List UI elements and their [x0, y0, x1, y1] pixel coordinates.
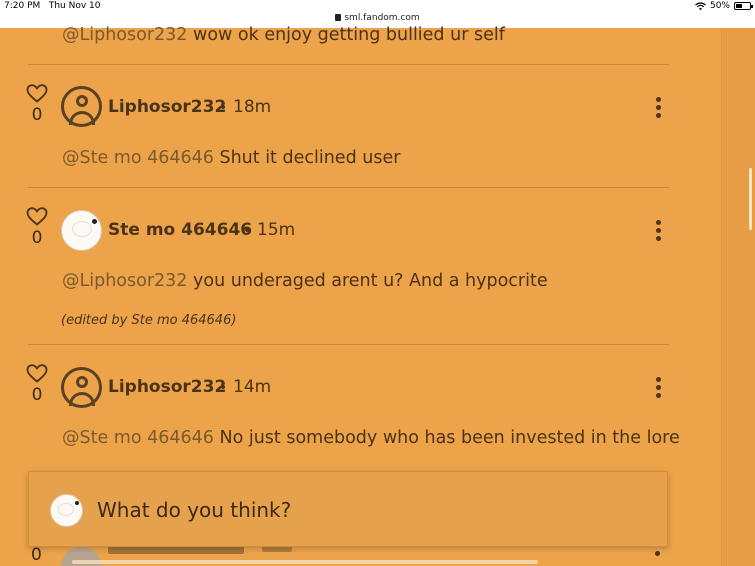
- right-rail: [721, 28, 755, 566]
- heart-icon[interactable]: [26, 84, 48, 103]
- status-bar: 7:20 PM Thu Nov 10 50%: [0, 0, 755, 13]
- like-count: 0: [31, 105, 43, 125]
- lock-icon: [335, 14, 342, 21]
- heart-icon[interactable]: [26, 364, 48, 383]
- like-count: 0: [31, 228, 43, 248]
- wifi-icon: [695, 2, 706, 10]
- like-count: 0: [31, 545, 42, 565]
- comment-body: @Ste mo 464646 Shut it declined user: [62, 148, 401, 168]
- avatar[interactable]: [61, 86, 102, 127]
- comment-time: 15m: [257, 220, 296, 240]
- comment-author-obscured: [108, 546, 244, 554]
- comment-time: 18m: [233, 97, 272, 117]
- scrollbar[interactable]: [749, 168, 752, 230]
- divider: [28, 187, 669, 188]
- more-options-icon[interactable]: [653, 220, 663, 242]
- separator-dot: •: [243, 223, 252, 239]
- comment-body: @Liphosor232 you underaged arent u? And …: [62, 271, 548, 291]
- more-options-icon[interactable]: [653, 377, 663, 399]
- comment-author[interactable]: Liphosor232: [108, 97, 226, 117]
- status-time: 7:20 PM Thu Nov 10: [4, 1, 101, 11]
- battery-percent: 50%: [709, 1, 730, 11]
- like-count: 0: [31, 385, 43, 405]
- more-options-icon[interactable]: [653, 97, 663, 119]
- separator-dot: •: [219, 100, 228, 116]
- composer-placeholder[interactable]: What do you think?: [97, 498, 291, 522]
- like-control[interactable]: 0: [26, 364, 48, 405]
- more-options-icon[interactable]: [655, 551, 660, 556]
- divider: [28, 64, 669, 65]
- battery-icon: [734, 2, 753, 10]
- comment-author[interactable]: Ste mo 464646: [108, 220, 252, 240]
- mention-link[interactable]: @Liphosor232: [62, 271, 187, 291]
- mention-link[interactable]: @Ste mo 464646: [62, 428, 214, 448]
- mention-link[interactable]: @Ste mo 464646: [62, 148, 214, 168]
- comment-author[interactable]: Liphosor232: [108, 377, 226, 397]
- home-indicator: [72, 560, 538, 564]
- comment-composer[interactable]: What do you think?: [28, 471, 668, 547]
- edited-note: (edited by Ste mo 464646): [61, 313, 237, 328]
- comment-body: @Ste mo 464646 No just somebody who has …: [62, 428, 680, 448]
- divider: [28, 344, 669, 345]
- heart-icon[interactable]: [26, 207, 48, 226]
- mention-link[interactable]: @Liphosor232: [62, 25, 187, 45]
- comment-time: 14m: [233, 377, 272, 397]
- url-text: sml.fandom.com: [344, 13, 420, 23]
- status-right: 50%: [695, 1, 753, 11]
- like-control[interactable]: 0: [26, 84, 48, 125]
- like-control[interactable]: 0: [26, 207, 48, 248]
- comment-body: @Liphosor232 wow ok enjoy getting bullie…: [62, 25, 505, 45]
- avatar[interactable]: [61, 210, 102, 251]
- separator-dot: •: [219, 380, 228, 396]
- avatar: [50, 494, 83, 527]
- avatar[interactable]: [61, 367, 102, 408]
